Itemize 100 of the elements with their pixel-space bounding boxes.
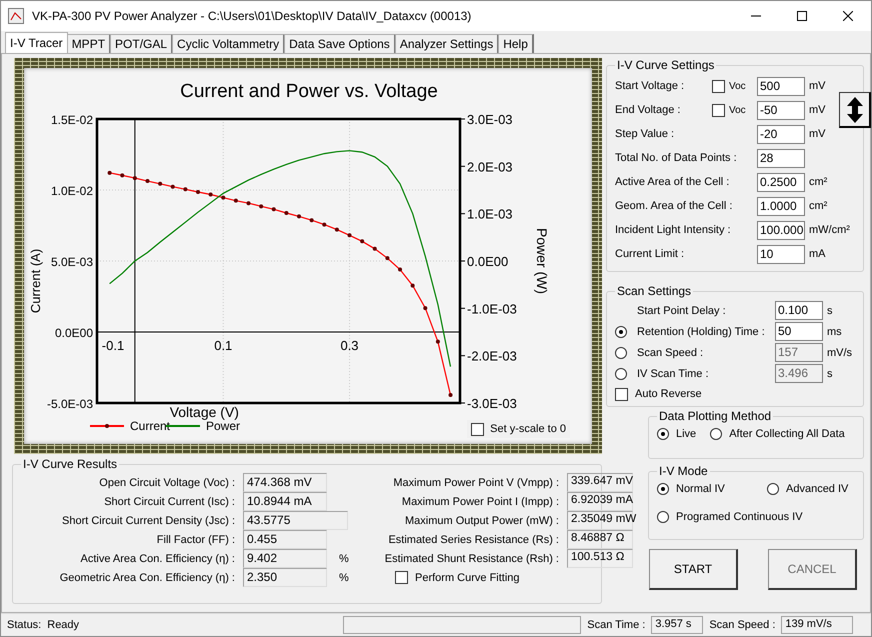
- data-point: [196, 190, 200, 194]
- scan-time-label: Scan Time :: [587, 618, 646, 632]
- unit-label: s: [827, 368, 834, 380]
- input-field[interactable]: 10: [757, 244, 805, 264]
- scan-time-value: 3.957 s: [651, 616, 704, 634]
- y-tick-label: 0.0E00: [54, 326, 93, 340]
- radio-label: Programed Continuous IV: [676, 510, 803, 524]
- result-value: 474.368 mV: [243, 473, 327, 492]
- tab[interactable]: Data Save Options: [284, 34, 396, 53]
- close-icon: [843, 11, 853, 21]
- field-label: Current Limit :: [615, 247, 686, 261]
- input-field[interactable]: -20: [757, 124, 805, 144]
- radio-button[interactable]: [615, 326, 627, 338]
- radio-button[interactable]: [710, 428, 722, 440]
- checkbox-label: Set y-scale to 0: [490, 422, 566, 436]
- y-tick-label: -5.0E-03: [46, 397, 93, 411]
- unit-label: cm²: [809, 200, 828, 212]
- checkbox-label: Auto Reverse: [635, 387, 702, 401]
- unit-label: mV: [809, 128, 826, 140]
- data-point: [448, 393, 453, 398]
- data-point: [385, 256, 390, 260]
- unit-label: %: [339, 572, 349, 584]
- input-field[interactable]: 50: [775, 322, 823, 341]
- data-point: [272, 207, 276, 212]
- radio-button[interactable]: [657, 428, 669, 440]
- result-value: 2.350: [243, 568, 327, 587]
- checkbox[interactable]: [471, 422, 484, 436]
- checkbox[interactable]: [615, 388, 628, 400]
- chart-title: Current and Power vs. Voltage: [180, 81, 438, 102]
- result-label: Estimated Series Resistance (Rs) :: [387, 534, 560, 546]
- tab[interactable]: Cyclic Voltammetry: [172, 34, 286, 53]
- maximize-icon: [797, 11, 807, 21]
- result-label: Fill Factor (FF) :: [156, 534, 236, 546]
- result-value: 339.647 mV: [567, 473, 633, 492]
- data-point: [297, 214, 302, 218]
- tab[interactable]: Help: [498, 34, 534, 53]
- input-field[interactable]: 0.2500: [757, 172, 805, 192]
- data-point: [436, 340, 440, 344]
- field-label: IV Scan Time :: [637, 366, 710, 380]
- y2-tick-label: 3.0E-03: [467, 112, 513, 127]
- result-label: Active Area Con. Efficiency (η) :: [80, 552, 236, 564]
- y2-tick-label: -1.0E-03: [467, 301, 517, 316]
- field-label: Start Voltage :: [615, 79, 686, 93]
- result-label: Open Circuit Voltage (Voc) :: [98, 476, 236, 488]
- input-field[interactable]: 500: [757, 76, 805, 96]
- field-label: Total No. of Data Points :: [615, 151, 738, 165]
- y2-tick-label: -2.0E-03: [467, 348, 517, 364]
- input-field[interactable]: 0.100: [775, 301, 823, 320]
- checkbox[interactable]: [712, 80, 725, 92]
- result-label: Geometric Area Con. Efficiency (η) :: [58, 572, 236, 584]
- group-title: I-V Curve Settings: [616, 58, 716, 72]
- y-axis-label: Current (A): [28, 248, 43, 314]
- data-point: [246, 201, 251, 206]
- result-label: Maximum Power Point I (Impp) :: [400, 496, 560, 508]
- input-field[interactable]: 1.0000: [757, 196, 805, 216]
- result-label: Short Circuit Current Density (Jsc) :: [61, 514, 236, 526]
- result-value: 100.513 Ω: [567, 549, 633, 568]
- checkbox-label: Voc: [729, 104, 746, 116]
- result-value: 8.46887 Ω: [567, 530, 633, 549]
- field-label: Retention (Holding) Time :: [637, 324, 766, 338]
- field-label: Step Value :: [615, 127, 676, 141]
- data-point: [132, 176, 137, 180]
- input-field[interactable]: 28: [757, 148, 805, 168]
- tab[interactable]: I-V Tracer: [5, 32, 68, 53]
- start-button[interactable]: START: [649, 549, 738, 590]
- app-icon: [8, 8, 24, 24]
- radio-button[interactable]: [657, 511, 669, 523]
- checkbox[interactable]: [395, 571, 408, 584]
- input-field[interactable]: 100.000: [757, 220, 805, 240]
- data-point: [360, 239, 364, 244]
- tab[interactable]: POT/GAL: [110, 34, 174, 53]
- data-point: [146, 179, 150, 184]
- radio-button[interactable]: [767, 483, 779, 495]
- window-title: VK-PA-300 PV Power Analyzer - C:\Users\01\Desktop\IV Data\IV_Dataxcv (00013): [32, 9, 472, 23]
- field-label: Active Area of the Cell :: [615, 175, 730, 189]
- result-value: 6.92039 mA: [567, 492, 633, 511]
- result-label: Maximum Output Power (mW) :: [404, 514, 560, 526]
- data-point: [310, 218, 314, 222]
- radio-label: Normal IV: [676, 482, 725, 496]
- result-value: 0.455: [243, 530, 327, 549]
- radio-button[interactable]: [657, 483, 669, 495]
- y2-tick-label: -3.0E-03: [467, 396, 517, 411]
- scan-speed-value: 139 mV/s: [781, 616, 854, 634]
- field-label: Geom. Area of the Cell :: [615, 199, 734, 213]
- y2-axis-label: Power (W): [534, 228, 550, 294]
- input-field[interactable]: -50: [757, 100, 805, 120]
- legend-swatch: [90, 424, 124, 428]
- data-point: [221, 196, 226, 200]
- result-label: Short Circuit Current (Isc) :: [103, 496, 236, 508]
- result-label: Maximum Power Point V (Vmpp) :: [392, 476, 560, 488]
- tab[interactable]: Analyzer Settings: [394, 34, 500, 53]
- data-point: [158, 182, 162, 186]
- data-point: [170, 184, 175, 189]
- checkbox[interactable]: [712, 104, 725, 116]
- data-point: [234, 198, 238, 203]
- unit-label: ms: [827, 326, 843, 338]
- field-label: Incident Light Intensity :: [615, 223, 732, 237]
- unit-label: cm²: [809, 176, 828, 188]
- tab[interactable]: MPPT: [66, 34, 112, 53]
- swap-button[interactable]: [839, 92, 871, 128]
